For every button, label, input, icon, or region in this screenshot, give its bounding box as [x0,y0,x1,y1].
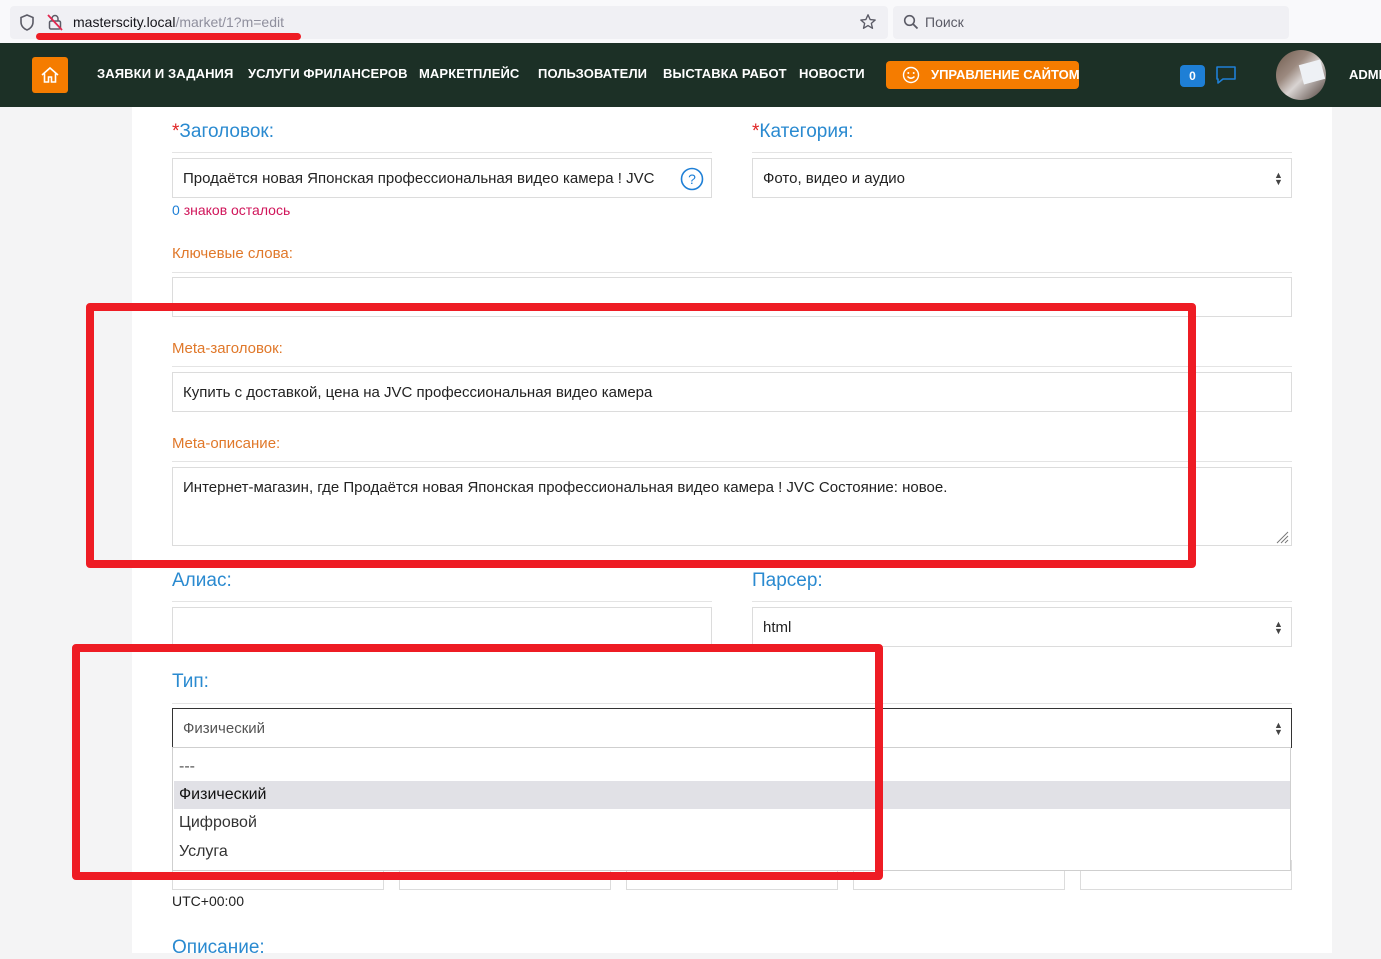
messages-count-badge[interactable]: 0 [1180,65,1205,87]
timezone-text: UTC+00:00 [172,893,244,909]
svg-text:?: ? [688,171,696,187]
user-name[interactable]: ADMI [1349,67,1381,82]
parser-select-value: html [763,619,792,636]
title-input-value: Продаётся новая Японская профессиональна… [183,170,655,187]
home-icon [41,66,59,83]
nav-link-portfolio[interactable]: ВЫСТАВКА РАБОТ [663,66,787,81]
category-label-text: Категория: [759,121,854,142]
chars-left-count: 0 [172,202,180,218]
insecure-lock-icon[interactable] [47,13,63,31]
keywords-label: Ключевые слова: [172,245,293,262]
nav-link-news[interactable]: НОВОСТИ [799,66,865,81]
description-label: Описание: [172,937,265,958]
admin-panel-button[interactable]: УПРАВЛЕНИЕ САЙТОМ [886,61,1080,89]
shield-icon[interactable] [19,14,35,31]
nav-link-requests[interactable]: ЗАЯВКИ И ЗАДАНИЯ [97,66,233,81]
divider [172,272,1292,273]
url-path: /market/1?m=edit [175,14,284,30]
url-text[interactable]: masterscity.local/market/1?m=edit [73,14,284,32]
category-label: *Категория: [752,121,854,143]
bookmark-star-icon[interactable] [859,13,877,31]
annotation-box-type [72,644,883,880]
annotation-box-meta [86,303,1196,568]
search-placeholder: Поиск [925,14,964,30]
admin-panel-label: УПРАВЛЕНИЕ САЙТОМ [931,67,1080,82]
url-host: masterscity.local [73,14,176,30]
nav-link-marketplace[interactable]: МАРКЕТПЛЕЙС [419,66,519,81]
nav-link-users[interactable]: ПОЛЬЗОВАТЕЛИ [538,66,647,81]
parser-label: Парсер: [752,570,823,591]
smile-icon [902,66,920,84]
resize-handle-icon[interactable] [1275,530,1289,544]
divider [172,152,712,153]
title-label-text: Заголовок: [179,121,275,142]
home-button[interactable] [32,57,68,93]
annotation-underline [36,33,301,40]
search-icon [903,14,919,30]
browser-search-box[interactable]: Поиск [893,6,1289,39]
alias-label: Алиас: [172,570,232,591]
chat-icon[interactable] [1215,65,1237,85]
alias-input[interactable] [172,607,712,647]
select-arrows-icon: ▲ ▼ [1274,619,1283,636]
select-arrows-icon: ▲ ▼ [1274,720,1283,737]
divider [752,152,1292,153]
user-avatar[interactable] [1276,50,1326,100]
divider [752,601,1292,602]
category-select-value: Фото, видео и аудио [763,170,905,187]
parser-select[interactable]: html ▲ ▼ [752,607,1292,647]
help-icon[interactable]: ? [680,167,704,191]
title-input[interactable]: Продаётся новая Японская профессиональна… [172,158,712,198]
select-arrows-icon: ▲ ▼ [1274,170,1283,187]
chars-left-hint: 0 знаков осталось [172,202,290,218]
chars-left-text: знаков осталось [183,202,291,218]
divider [172,601,712,602]
title-label: *Заголовок: [172,121,274,143]
nav-link-freelance-services[interactable]: УСЛУГИ ФРИЛАНСЕРОВ [248,66,408,81]
category-select[interactable]: Фото, видео и аудио ▲ ▼ [752,158,1292,198]
